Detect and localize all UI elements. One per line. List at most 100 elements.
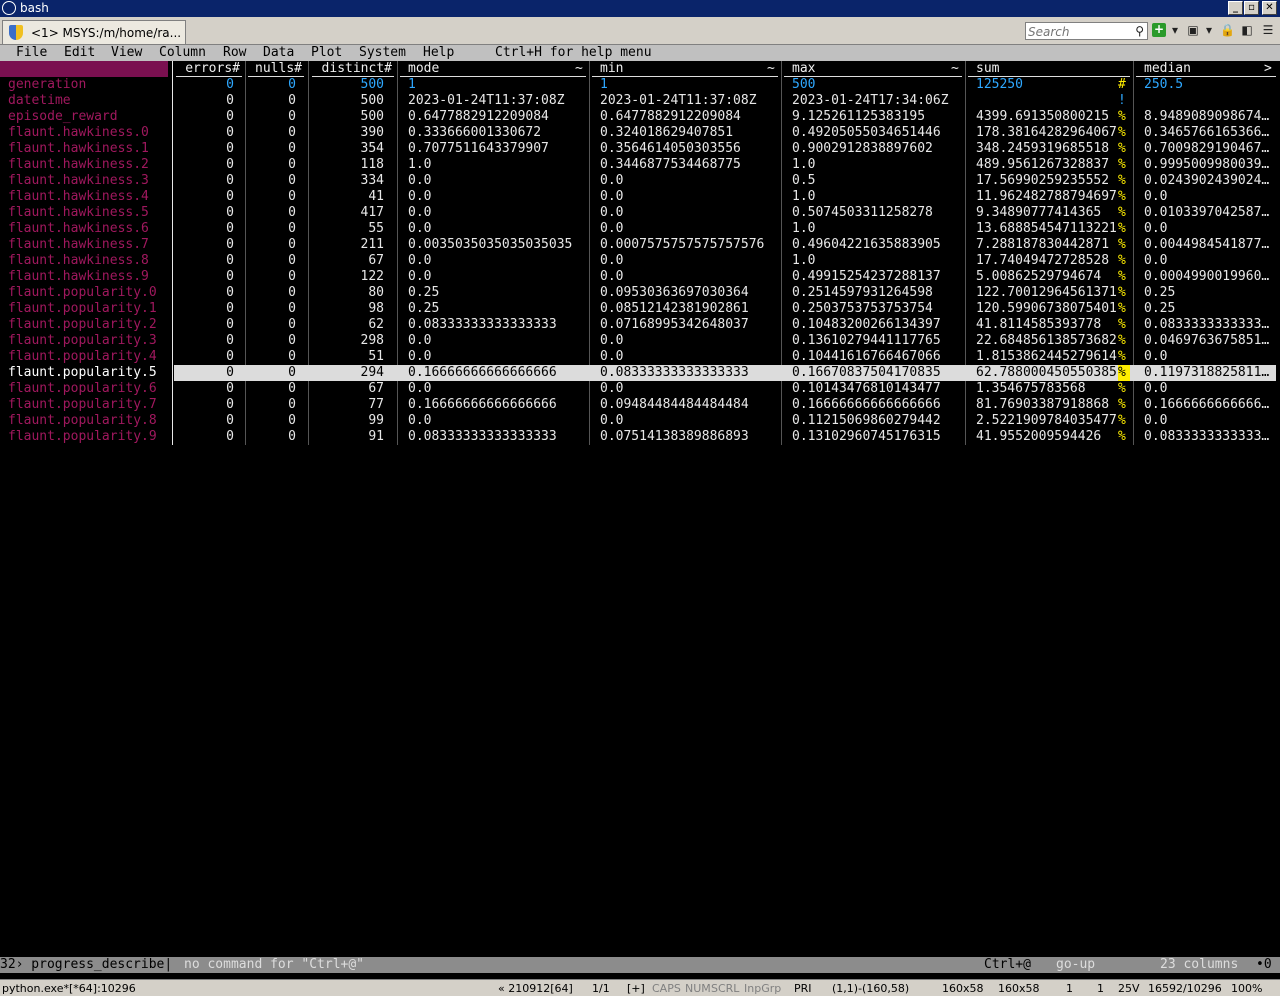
cell-mode[interactable]: 0.0 [400, 205, 586, 221]
cell-errors[interactable]: 0 [176, 77, 234, 93]
cell-median[interactable]: 0.1197318825811… [1136, 365, 1276, 381]
cell-min[interactable]: 0.08333333333333333 [592, 365, 778, 381]
cell-min[interactable]: 0.324018629407851 [592, 125, 778, 141]
cell-column[interactable]: flaunt.popularity.8 [0, 413, 170, 429]
cell-nulls[interactable]: 0 [248, 237, 296, 253]
cell-errors[interactable]: 0 [176, 141, 234, 157]
cell-distinct[interactable]: 77 [312, 397, 384, 413]
cell-max[interactable]: 0.10441616766467066 [784, 349, 962, 365]
cell-errors[interactable]: 0 [176, 269, 234, 285]
cell-max[interactable]: 0.10483200266134397 [784, 317, 962, 333]
cell-min[interactable]: 0.0 [592, 173, 778, 189]
cell-max[interactable]: 0.2503753753753754 [784, 301, 962, 317]
column-header-mode[interactable]: mode [400, 61, 586, 77]
cell-mode[interactable]: 0.0 [400, 189, 586, 205]
column-header-median[interactable]: median [1136, 61, 1276, 77]
cell-max[interactable]: 500 [784, 77, 962, 93]
cell-distinct[interactable]: 62 [312, 317, 384, 333]
cell-column[interactable]: episode_reward [0, 109, 170, 125]
cell-min[interactable]: 0.0 [592, 333, 778, 349]
window-list-icon[interactable]: ▣ [1186, 22, 1200, 40]
cell-max[interactable]: 1.0 [784, 157, 962, 173]
cell-sum[interactable]: 22.684856138573682 [968, 333, 1118, 349]
cell-column[interactable]: flaunt.hawkiness.4 [0, 189, 170, 205]
cell-median[interactable]: 0.0103397042587… [1136, 205, 1276, 221]
cell-sum-flag[interactable]: % [1118, 189, 1130, 205]
console-tab[interactable]: <1> MSYS:/m/home/ra... [2, 20, 186, 44]
cell-sum[interactable]: 489.9561267328837 [968, 157, 1118, 173]
cell-max[interactable]: 0.10143476810143477 [784, 381, 962, 397]
cell-column[interactable]: flaunt.hawkiness.0 [0, 125, 170, 141]
cell-distinct[interactable]: 80 [312, 285, 384, 301]
maximize-button[interactable]: ▫ [1244, 1, 1259, 15]
cell-sum[interactable]: 13.688854547113221 [968, 221, 1118, 237]
cell-max[interactable]: 1.0 [784, 189, 962, 205]
cell-sum[interactable]: 4399.691350800215 [968, 109, 1118, 125]
cell-median[interactable]: 0.0 [1136, 189, 1276, 205]
cell-nulls[interactable]: 0 [248, 173, 296, 189]
cell-mode[interactable]: 0.0 [400, 333, 586, 349]
cell-distinct[interactable]: 41 [312, 189, 384, 205]
cell-sum[interactable]: 178.38164282964067 [968, 125, 1118, 141]
cell-median[interactable]: 0.25 [1136, 285, 1276, 301]
cell-distinct[interactable]: 500 [312, 109, 384, 125]
cell-nulls[interactable]: 0 [248, 285, 296, 301]
cell-median[interactable]: 0.7009829190467… [1136, 141, 1276, 157]
cell-max[interactable]: 0.13610279441117765 [784, 333, 962, 349]
cell-min[interactable]: 0.07168995342648037 [592, 317, 778, 333]
column-header-min[interactable]: min [592, 61, 778, 77]
cell-distinct[interactable]: 67 [312, 381, 384, 397]
cell-sum[interactable]: 122.70012964561371 [968, 285, 1118, 301]
cell-median[interactable]: 250.5 [1136, 77, 1276, 93]
cell-sum-flag[interactable]: % [1118, 333, 1130, 349]
cell-nulls[interactable]: 0 [248, 429, 296, 445]
cell-median[interactable]: 8.9489089098674… [1136, 109, 1276, 125]
cell-column[interactable]: flaunt.hawkiness.2 [0, 157, 170, 173]
cell-errors[interactable]: 0 [176, 157, 234, 173]
cell-nulls[interactable]: 0 [248, 269, 296, 285]
cell-mode[interactable]: 0.08333333333333333 [400, 317, 586, 333]
cell-min[interactable]: 2023-01-24T11:37:08Z [592, 93, 778, 109]
cell-min[interactable]: 1 [592, 77, 778, 93]
cell-sum-flag[interactable]: % [1118, 349, 1130, 365]
cell-column[interactable]: flaunt.hawkiness.1 [0, 141, 170, 157]
cell-max[interactable]: 0.49205055034651446 [784, 125, 962, 141]
cell-median[interactable]: 0.0243902439024… [1136, 173, 1276, 189]
cell-sum-flag[interactable]: % [1118, 269, 1130, 285]
cell-sum[interactable]: 7.288187830442871 [968, 237, 1118, 253]
cell-min[interactable]: 0.0 [592, 205, 778, 221]
cell-column[interactable]: datetime [0, 93, 170, 109]
cell-mode[interactable]: 1 [400, 77, 586, 93]
cell-mode[interactable]: 0.0 [400, 381, 586, 397]
cell-sum-flag[interactable]: % [1118, 253, 1130, 269]
cell-max[interactable]: 2023-01-24T17:34:06Z [784, 93, 962, 109]
cell-nulls[interactable]: 0 [248, 317, 296, 333]
cell-min[interactable]: 0.3446877534468775 [592, 157, 778, 173]
cell-nulls[interactable]: 0 [248, 157, 296, 173]
cell-sum-flag[interactable]: % [1118, 285, 1130, 301]
cell-median[interactable]: 0.25 [1136, 301, 1276, 317]
cell-distinct[interactable]: 55 [312, 221, 384, 237]
cell-mode[interactable]: 0.0 [400, 349, 586, 365]
cell-sum[interactable]: 1.354675783568 [968, 381, 1118, 397]
cell-median[interactable]: 0.1666666666666… [1136, 397, 1276, 413]
cell-min[interactable]: 0.08512142381902861 [592, 301, 778, 317]
cell-min[interactable]: 0.0 [592, 253, 778, 269]
search-input[interactable] [1028, 24, 1128, 39]
cell-sum-flag[interactable]: % [1118, 221, 1130, 237]
new-console-dropdown-icon[interactable]: ▾ [1170, 22, 1180, 40]
cell-nulls[interactable]: 0 [248, 365, 296, 381]
cell-mode[interactable]: 0.08333333333333333 [400, 429, 586, 445]
cell-mode[interactable]: 0.7077511643379907 [400, 141, 586, 157]
cell-errors[interactable]: 0 [176, 429, 234, 445]
new-console-icon[interactable]: + [1152, 23, 1166, 37]
cell-median[interactable]: 0.0833333333333… [1136, 429, 1276, 445]
cell-sum[interactable]: 17.56990259235552 [968, 173, 1118, 189]
cell-max[interactable]: 9.125261125383195 [784, 109, 962, 125]
cell-distinct[interactable]: 294 [312, 365, 384, 381]
cell-mode[interactable]: 0.0 [400, 221, 586, 237]
cell-column[interactable]: generation [0, 77, 170, 93]
cell-errors[interactable]: 0 [176, 365, 234, 381]
menu-view[interactable]: View [111, 45, 142, 61]
cell-nulls[interactable]: 0 [248, 125, 296, 141]
